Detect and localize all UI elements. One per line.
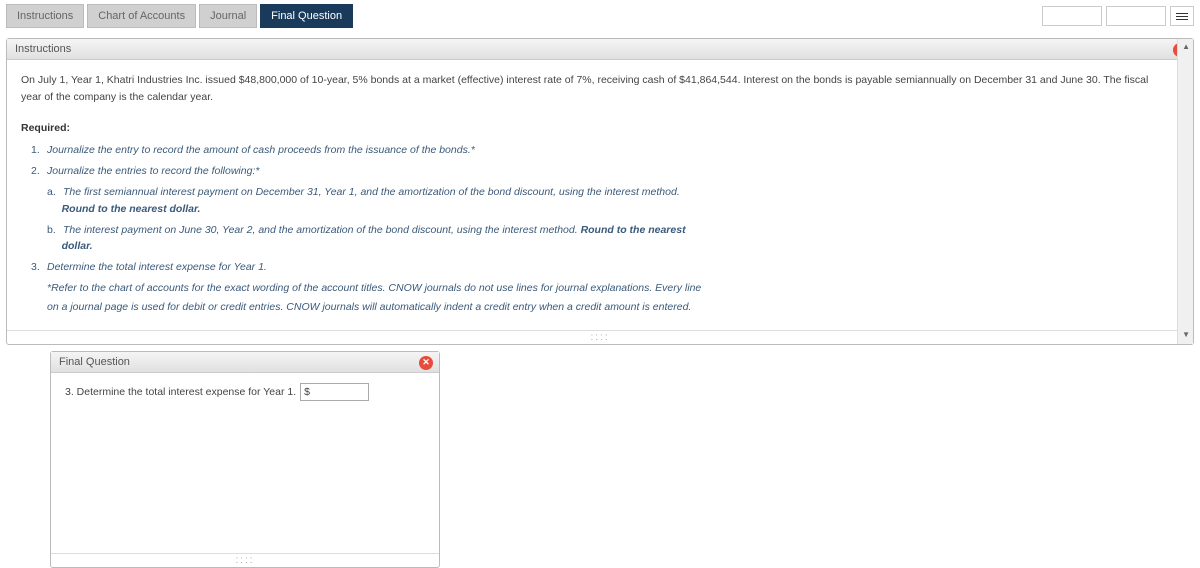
req-item-2b: b.The interest payment on June 30, Year … [47, 222, 1171, 256]
sub-requirements-list: a.The first semiannual interest payment … [21, 184, 1171, 255]
instructions-panel-header: Instructions ✕ [7, 39, 1193, 60]
scroll-down-icon[interactable]: ▼ [1182, 329, 1190, 342]
footnote-line-2: on a journal page is used for debit or c… [21, 299, 1171, 316]
footnote-line-1: *Refer to the chart of accounts for the … [21, 280, 1171, 297]
instructions-panel-body: ▲ ▼ On July 1, Year 1, Khatri Industries… [7, 60, 1193, 330]
scroll-up-icon[interactable]: ▲ [1182, 41, 1190, 54]
tab-final-question[interactable]: Final Question [260, 4, 353, 28]
required-label: Required: [21, 120, 1171, 137]
requirements-list-2: 3.Determine the total interest expense f… [21, 259, 1171, 276]
resize-handle[interactable]: :::: [7, 330, 1193, 344]
final-question-title: Final Question [59, 356, 130, 368]
requirements-list: 1.Journalize the entry to record the amo… [21, 142, 1171, 180]
final-question-header: Final Question ✕ [51, 352, 439, 373]
tabs-bar: Instructions Chart of Accounts Journal F… [0, 0, 1200, 32]
menu-button[interactable] [1170, 6, 1194, 26]
header-right-controls [1042, 6, 1194, 26]
req-item-2a: a.The first semiannual interest payment … [47, 184, 1171, 218]
tab-chart-of-accounts[interactable]: Chart of Accounts [87, 4, 196, 28]
intro-text: On July 1, Year 1, Khatri Industries Inc… [21, 72, 1171, 106]
scrollbar[interactable]: ▲ ▼ [1177, 39, 1193, 344]
answer-input[interactable] [310, 386, 365, 397]
answer-input-wrapper: $ [300, 383, 369, 401]
header-input-2[interactable] [1106, 6, 1166, 26]
instructions-panel-title: Instructions [15, 43, 71, 55]
final-question-prompt: 3. Determine the total interest expense … [65, 386, 296, 398]
tab-instructions[interactable]: Instructions [6, 4, 84, 28]
close-icon[interactable]: ✕ [419, 356, 433, 370]
final-question-panel: Final Question ✕ 3. Determine the total … [50, 351, 440, 568]
final-question-prompt-row: 3. Determine the total interest expense … [65, 383, 425, 401]
resize-handle[interactable]: :::: [51, 553, 439, 567]
final-question-body: 3. Determine the total interest expense … [51, 373, 439, 553]
req-item-2: 2.Journalize the entries to record the f… [31, 163, 1171, 180]
tab-journal[interactable]: Journal [199, 4, 257, 28]
req-item-3: 3.Determine the total interest expense f… [31, 259, 1171, 276]
header-input-1[interactable] [1042, 6, 1102, 26]
req-item-1: 1.Journalize the entry to record the amo… [31, 142, 1171, 159]
instructions-panel: Instructions ✕ ▲ ▼ On July 1, Year 1, Kh… [6, 38, 1194, 345]
